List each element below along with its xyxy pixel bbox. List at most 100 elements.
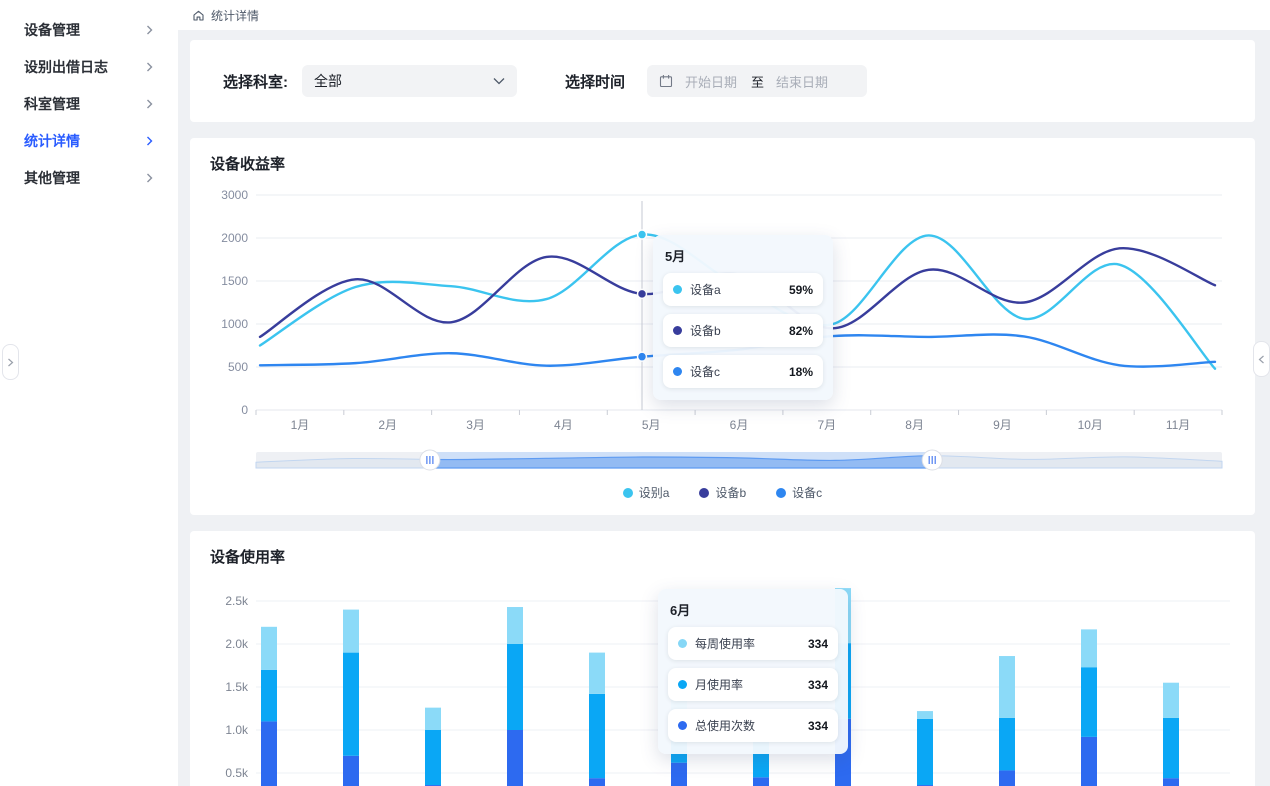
datazoom-handle-right[interactable] [922, 450, 942, 470]
tooltip-series-name: 设备b [690, 322, 775, 339]
bar-segment-7月-0[interactable] [753, 777, 769, 786]
breadcrumb-label: 统计详情 [211, 7, 259, 24]
revenue-rate-chart-card: 设备收益率 050010001500200030001月2月3月4月5月6月7月… [190, 138, 1255, 515]
panel-collapse-toggle[interactable] [1253, 341, 1270, 377]
x-axis-label: 10月 [1078, 418, 1103, 432]
y-axis-label: 500 [228, 360, 248, 374]
tooltip-series-name: 总使用次数 [695, 717, 794, 734]
y-axis-label: 1.5k [225, 680, 249, 694]
chart-legend: 设别a 设备b 设备c [210, 484, 1235, 501]
legend-item-2[interactable]: 设备c [776, 484, 822, 501]
bar-segment-5月-0[interactable] [589, 778, 605, 786]
line-chart-tooltip: 5月设备a59%设备b82%设备c18% [653, 235, 833, 400]
start-date-input[interactable]: 开始日期 [685, 72, 737, 91]
sidebar-item-department-management[interactable]: 科室管理 [0, 85, 178, 122]
tooltip-series-name: 月使用率 [695, 676, 794, 693]
y-axis-label: 3000 [221, 188, 248, 202]
bar-segment-11月-0[interactable] [1081, 737, 1097, 786]
legend-label: 设别a [639, 484, 670, 501]
bar-segment-12月-1[interactable] [1163, 718, 1179, 778]
department-select[interactable]: 全部 [302, 65, 517, 97]
department-select-value: 全部 [314, 71, 342, 91]
bar-segment-10月-0[interactable] [999, 770, 1015, 786]
bar-chart-tooltip: 6月每周使用率334 月使用率 334 总使用次数 334 [658, 589, 848, 754]
bar-segment-2月-2[interactable] [343, 610, 359, 653]
sidebar-item-lending-log[interactable]: 设别出借日志 [0, 48, 178, 85]
tooltip-row: 设备b 82% [663, 314, 823, 347]
y-axis-label: 0.5k [225, 766, 249, 780]
tooltip-row: 设备a59% [663, 273, 823, 306]
bar-segment-5月-1[interactable] [589, 694, 605, 778]
chevron-left-icon [1258, 355, 1265, 364]
y-axis-label: 2.0k [225, 637, 249, 651]
tooltip-header: 6月 [670, 600, 836, 619]
breadcrumb-bar: 统计详情 [178, 0, 1270, 30]
sidebar-expand-toggle[interactable] [2, 344, 19, 380]
bar-segment-9月-2[interactable] [917, 711, 933, 719]
y-axis-label: 1.0k [225, 723, 249, 737]
bar-segment-1月-1[interactable] [261, 670, 277, 722]
x-axis-label: 3月 [466, 418, 485, 432]
series-dot-icon [678, 680, 687, 689]
bar-segment-2月-1[interactable] [343, 653, 359, 756]
bar-segment-1月-2[interactable] [261, 627, 277, 670]
tooltip-row: 每周使用率334 [668, 627, 838, 660]
bar-segment-10月-1[interactable] [999, 718, 1015, 770]
chevron-right-icon [146, 25, 153, 35]
legend-item-1[interactable]: 设备b [699, 484, 746, 501]
y-axis-label: 2.5k [225, 594, 249, 608]
bar-segment-10月-2[interactable] [999, 656, 1015, 718]
bar-segment-3月-1[interactable] [425, 730, 441, 785]
date-range-separator: 至 [751, 72, 764, 91]
bar-segment-5月-2[interactable] [589, 653, 605, 694]
tooltip-row: 月使用率 334 [668, 668, 838, 701]
datazoom-slider[interactable] [210, 449, 1240, 473]
bar-segment-11月-1[interactable] [1081, 667, 1097, 737]
datazoom-handle-left[interactable] [420, 450, 440, 470]
app-root: 设备管理 设别出借日志 科室管理 统计详情 其他管理 统计详情 [0, 0, 1270, 786]
crosshair-point-2 [638, 352, 647, 361]
x-axis-label: 8月 [905, 418, 924, 432]
x-axis-label: 2月 [378, 418, 397, 432]
y-axis-label: 0 [241, 403, 248, 417]
chart-title-revenue-rate: 设备收益率 [210, 153, 1235, 174]
sidebar-item-label: 其他管理 [24, 168, 80, 188]
tooltip-series-value: 59% [789, 283, 813, 297]
bar-segment-4月-1[interactable] [507, 644, 523, 730]
sidebar-item-statistics-detail[interactable]: 统计详情 [0, 122, 178, 159]
bar-segment-6月-0[interactable] [671, 763, 687, 786]
tooltip-series-name: 设备c [690, 363, 775, 380]
home-icon [192, 9, 205, 22]
sidebar-item-label: 统计详情 [24, 131, 80, 151]
bar-segment-3月-2[interactable] [425, 708, 441, 730]
sidebar-item-other-management[interactable]: 其他管理 [0, 159, 178, 196]
sidebar-item-label: 科室管理 [24, 94, 80, 114]
crosshair-point-1 [638, 289, 647, 298]
date-range-picker[interactable]: 开始日期 至 结束日期 [647, 65, 867, 97]
bar-segment-1月-0[interactable] [261, 721, 277, 786]
tooltip-series-value: 334 [808, 678, 828, 692]
bar-segment-12月-2[interactable] [1163, 683, 1179, 718]
bar-segment-9月-1[interactable] [917, 719, 933, 785]
bar-segment-4月-2[interactable] [507, 607, 523, 644]
series-dot-icon [673, 367, 682, 376]
breadcrumb[interactable]: 统计详情 [192, 7, 259, 24]
bar-segment-4月-0[interactable] [507, 730, 523, 786]
bar-segment-2月-0[interactable] [343, 756, 359, 786]
y-axis-label: 2000 [221, 231, 248, 245]
x-axis-label: 7月 [817, 418, 836, 432]
legend-item-0[interactable]: 设别a [623, 484, 670, 501]
tooltip-series-value: 82% [789, 324, 813, 338]
end-date-input[interactable]: 结束日期 [776, 72, 828, 91]
series-dot-icon [678, 639, 687, 648]
sidebar-item-label: 设别出借日志 [24, 57, 108, 77]
sidebar-item-device-management[interactable]: 设备管理 [0, 11, 178, 48]
sidebar: 设备管理 设别出借日志 科室管理 统计详情 其他管理 [0, 0, 178, 786]
tooltip-series-value: 334 [808, 637, 828, 651]
bar-segment-11月-2[interactable] [1081, 629, 1097, 667]
y-axis-label: 1500 [221, 274, 248, 288]
bar-segment-12月-0[interactable] [1163, 778, 1179, 786]
x-axis-label: 1月 [291, 418, 310, 432]
tooltip-series-value: 334 [808, 719, 828, 733]
x-axis-label: 5月 [642, 418, 661, 432]
